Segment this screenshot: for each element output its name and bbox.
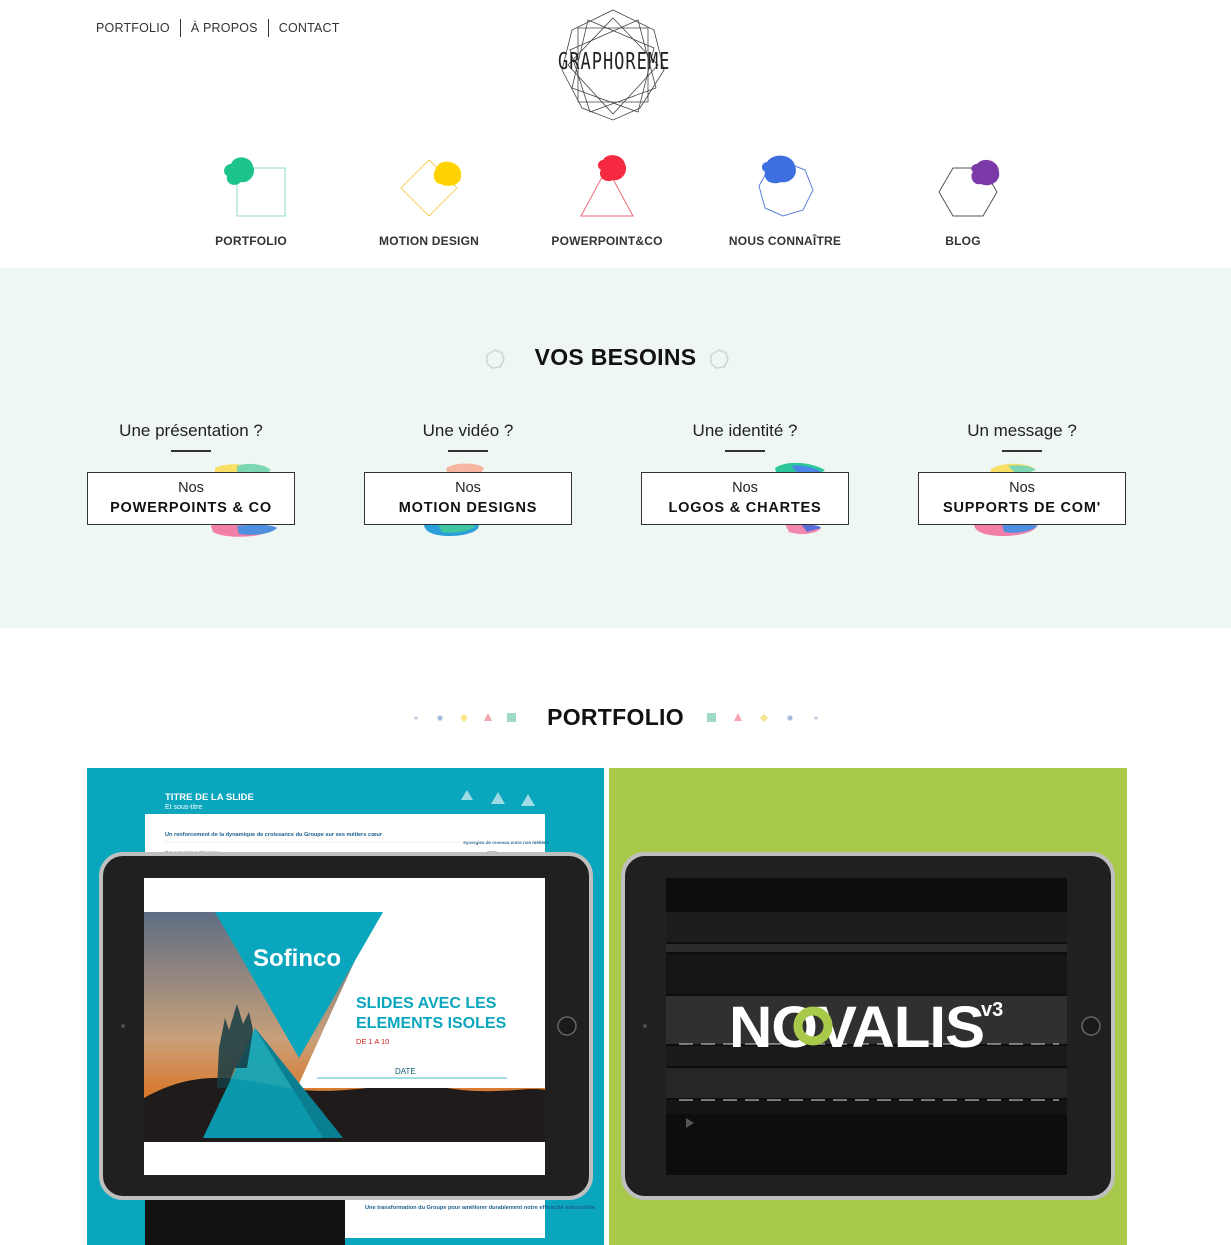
- portfolio-tile-novalis[interactable]: NOVALIS v3: [609, 768, 1127, 1245]
- need-presentation: Une présentation ? Nos POWERPOINTS & CO: [87, 420, 295, 537]
- besoins-section: VOS BESOINS Une présentation ? Nos POWER…: [0, 268, 1231, 628]
- about-heptagon-icon: [758, 155, 814, 217]
- category-motion-design[interactable]: MOTION DESIGN: [354, 150, 504, 254]
- slide-subtitle: Et sous-titre: [165, 804, 202, 811]
- nav-contact-link[interactable]: CONTACT: [269, 18, 350, 38]
- novalis-logo: NOVALIS: [729, 995, 984, 1060]
- range-label: DE 1 A 10: [356, 1037, 389, 1046]
- need-underline: [725, 450, 765, 452]
- nav-about-link[interactable]: À PROPOS: [181, 18, 268, 38]
- motion-designs-button[interactable]: Nos MOTION DESIGNS: [364, 472, 572, 525]
- tablet-home-button: [557, 1016, 577, 1036]
- sofinco-logo: Sofinco: [253, 945, 341, 972]
- heptagon-deco-icon: [710, 349, 729, 369]
- date-label: DATE: [395, 1067, 416, 1076]
- category-nous-connaitre[interactable]: NOUS CONNAÎTRE: [710, 150, 860, 254]
- category-label: BLOG: [945, 234, 981, 248]
- besoins-title: VOS BESOINS: [534, 344, 697, 370]
- top-navigation: PORTFOLIO À PROPOS CONTACT: [96, 18, 350, 38]
- supports-com-button[interactable]: Nos SUPPORTS DE COM': [918, 472, 1126, 525]
- button-prefix: Nos: [732, 480, 758, 496]
- slide-footer: Une transformation du Groupe pour amélio…: [365, 1205, 595, 1211]
- button-prefix: Nos: [1009, 480, 1035, 496]
- button-label: POWERPOINTS & CO: [110, 500, 272, 516]
- headline-line-1: SLIDES AVEC LES: [356, 995, 497, 1012]
- slide-side: Synergies de revenus entre nos métiers: [463, 840, 549, 845]
- slide-body: Un renforcement de la dynamique de crois…: [165, 832, 383, 838]
- blog-hexagon-icon: [938, 159, 1000, 217]
- need-underline: [171, 450, 211, 452]
- need-message: Un message ? Nos SUPPORTS DE COM': [918, 420, 1126, 536]
- need-question: Un message ?: [967, 421, 1077, 440]
- button-label: LOGOS & CHARTES: [668, 500, 822, 516]
- tablet-home-button: [1081, 1016, 1101, 1036]
- category-powerpoint[interactable]: POWERPOINT&CO: [532, 150, 682, 254]
- shapes-deco-icon: [707, 713, 818, 722]
- button-label: SUPPORTS DE COM': [942, 500, 1102, 516]
- need-question: Une vidéo ?: [422, 421, 514, 440]
- sofinco-tablet-mockup: TITRE DE LA SLIDE Et sous-titre Un renfo…: [99, 778, 595, 1245]
- category-label: NOUS CONNAÎTRE: [728, 234, 842, 248]
- category-label: MOTION DESIGN: [379, 234, 479, 248]
- slide-title: TITRE DE LA SLIDE: [165, 792, 254, 803]
- button-prefix: Nos: [455, 480, 481, 496]
- category-label: POWERPOINT&CO: [551, 234, 663, 248]
- portfolio-tile-sofinco[interactable]: TITRE DE LA SLIDE Et sous-titre Un renfo…: [87, 768, 604, 1245]
- site-logo[interactable]: GRAPHOREME: [558, 8, 671, 122]
- need-underline: [1002, 450, 1042, 452]
- button-label: MOTION DESIGNS: [398, 500, 538, 516]
- need-underline: [448, 450, 488, 452]
- category-blog[interactable]: BLOG: [888, 150, 1038, 254]
- category-portfolio[interactable]: PORTFOLIO: [176, 150, 326, 254]
- need-video: Une vidéo ? Nos MOTION DESIGNS: [364, 420, 572, 536]
- nav-portfolio-link[interactable]: PORTFOLIO: [96, 18, 180, 38]
- motion-diamond-icon: [400, 159, 462, 217]
- powerpoint-triangle-icon: [580, 155, 634, 217]
- need-question: Une présentation ?: [119, 421, 263, 440]
- category-menu: PORTFOLIO MOTION DESIGN POWERPOINT&CO NO…: [0, 150, 1231, 260]
- novalis-tablet-mockup: NOVALIS v3: [621, 852, 1115, 1200]
- novalis-version: v3: [981, 999, 1003, 1021]
- portfolio-title: PORTFOLIO: [547, 704, 684, 730]
- need-identite: Une identité ? Nos LOGOS & CHARTES: [641, 420, 849, 535]
- logos-chartes-button[interactable]: Nos LOGOS & CHARTES: [641, 472, 849, 525]
- portfolio-square-icon: [224, 157, 286, 217]
- button-prefix: Nos: [178, 480, 204, 496]
- category-label: PORTFOLIO: [215, 234, 287, 248]
- headline-line-2: ELEMENTS ISOLES: [356, 1015, 507, 1032]
- need-question: Une identité ?: [692, 421, 798, 440]
- powerpoints-button[interactable]: Nos POWERPOINTS & CO: [87, 472, 295, 525]
- logo-wordmark: GRAPHOREME: [558, 48, 671, 76]
